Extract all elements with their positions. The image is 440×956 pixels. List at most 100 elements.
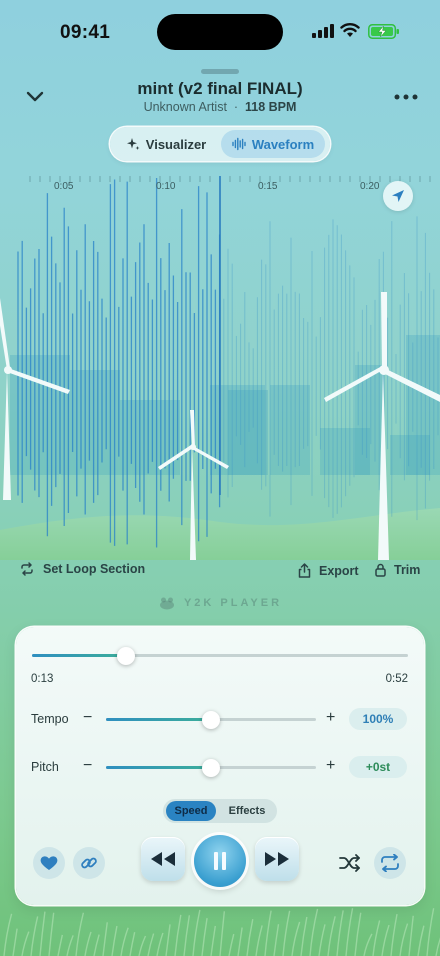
effects-tab[interactable]: Effects (219, 801, 275, 821)
tick-label: 0:20 (360, 181, 380, 192)
sheet-grabber[interactable] (201, 69, 239, 74)
progress-bar[interactable] (32, 646, 408, 665)
repeat-button[interactable] (374, 847, 406, 879)
grass-blade (30, 916, 39, 956)
tempo-label: Tempo (31, 712, 69, 726)
tempo-slider[interactable] (106, 710, 316, 729)
tempo-fill (106, 718, 211, 721)
grass-blade (273, 924, 280, 956)
frog-mascot-icon (159, 597, 174, 610)
shuffle-button[interactable] (334, 847, 366, 879)
set-loop-button[interactable]: Set Loop Section (20, 562, 145, 576)
grass-blade (336, 910, 344, 956)
grass-blade (66, 935, 74, 956)
pause-button[interactable] (194, 835, 246, 887)
grass-blade (363, 933, 373, 956)
waveform-bars (17, 178, 439, 548)
track-bpm: 118 BPM (245, 100, 297, 114)
progress-fill (32, 654, 126, 657)
player-card: 0:13 0:52 Tempo − + 100% Pitch − + +0st … (16, 627, 424, 905)
grass-blade (102, 922, 108, 956)
grass-blade (183, 915, 191, 956)
status-time: 09:41 (60, 22, 111, 43)
grass-blade (111, 925, 118, 956)
grass-blade (300, 916, 308, 956)
fast-forward-icon (265, 852, 289, 866)
timeline-labels: 0:05 0:10 0:15 0:20 (54, 181, 380, 192)
pitch-slider[interactable] (106, 758, 316, 777)
grass-blade (120, 927, 129, 956)
grass-blade (291, 921, 301, 956)
status-bar: 09:41 (0, 0, 440, 60)
grass-blade (39, 911, 46, 956)
waveform-tab[interactable]: Waveform (221, 130, 325, 158)
grass-blade (156, 932, 164, 956)
progress-knob[interactable] (117, 646, 135, 665)
trim-label: Trim (394, 563, 421, 577)
pitch-fill (106, 766, 211, 769)
grass-blade (12, 928, 18, 956)
pitch-value[interactable]: +0st (349, 756, 407, 778)
rewind-button[interactable] (141, 837, 185, 881)
pitch-increase-button[interactable]: + (326, 757, 335, 775)
location-button[interactable] (383, 181, 413, 211)
pitch-decrease-button[interactable]: − (83, 757, 92, 775)
grass-blade (237, 927, 243, 956)
view-toggle: Visualizer Waveform (110, 127, 330, 161)
tempo-increase-button[interactable]: + (326, 709, 335, 727)
export-label: Export (319, 563, 359, 578)
shuffle-icon (339, 854, 360, 872)
grass-blade (147, 933, 155, 956)
grass-blade (282, 910, 291, 956)
dynamic-island (157, 14, 283, 50)
trim-button[interactable]: Trim (375, 563, 420, 577)
grass-blade (309, 908, 319, 956)
grass-blade (426, 908, 435, 956)
grass-blade (417, 925, 425, 956)
tempo-knob[interactable] (202, 710, 220, 729)
grass-blade (174, 914, 182, 956)
tick-label: 0:10 (156, 181, 176, 192)
sparkle-icon (126, 138, 140, 150)
battery-icon (368, 24, 399, 39)
heart-icon (40, 856, 58, 870)
track-subtitle: Unknown Artist · 118 BPM (0, 100, 440, 114)
waveform-view[interactable]: 0:05 0:10 0:15 0:20 (0, 170, 440, 560)
grass-blade (399, 923, 409, 956)
grass-blade (93, 934, 100, 956)
signal-icon (312, 24, 334, 38)
fast-forward-button[interactable] (255, 837, 299, 881)
rewind-icon (151, 852, 175, 866)
loop-icon (21, 562, 33, 576)
set-loop-label: Set Loop Section (43, 562, 146, 576)
grass-blade (21, 931, 30, 956)
track-artist: Unknown Artist (143, 100, 227, 114)
grass-blade (48, 912, 55, 956)
grass-blade (219, 911, 226, 956)
grass-blade (345, 908, 354, 956)
link-button[interactable] (73, 847, 105, 879)
visualizer-tab[interactable]: Visualizer (114, 130, 218, 158)
grass-blade (84, 931, 92, 956)
favorite-button[interactable] (33, 847, 65, 879)
grass-blade (354, 912, 362, 956)
tick-label: 0:05 (54, 181, 74, 192)
grass-blade (381, 924, 390, 956)
export-button[interactable]: Export (298, 563, 359, 578)
waveform-icon (232, 137, 246, 151)
pause-icon (214, 852, 226, 870)
grass-blade (201, 917, 208, 956)
location-arrow-icon (392, 190, 404, 202)
brand-text: Y2K PLAYER (183, 597, 283, 609)
grass-blade (210, 925, 217, 956)
speed-tab[interactable]: Speed (166, 801, 216, 821)
grass-blade (165, 924, 171, 956)
visualizer-label: Visualizer (145, 136, 207, 152)
tempo-decrease-button[interactable]: − (83, 709, 92, 727)
grass-blade (372, 920, 381, 956)
tempo-value[interactable]: 100% (349, 708, 407, 730)
share-icon (298, 563, 311, 578)
grass-blade (192, 909, 201, 956)
grass-blade (408, 915, 414, 956)
pitch-knob[interactable] (202, 758, 220, 777)
